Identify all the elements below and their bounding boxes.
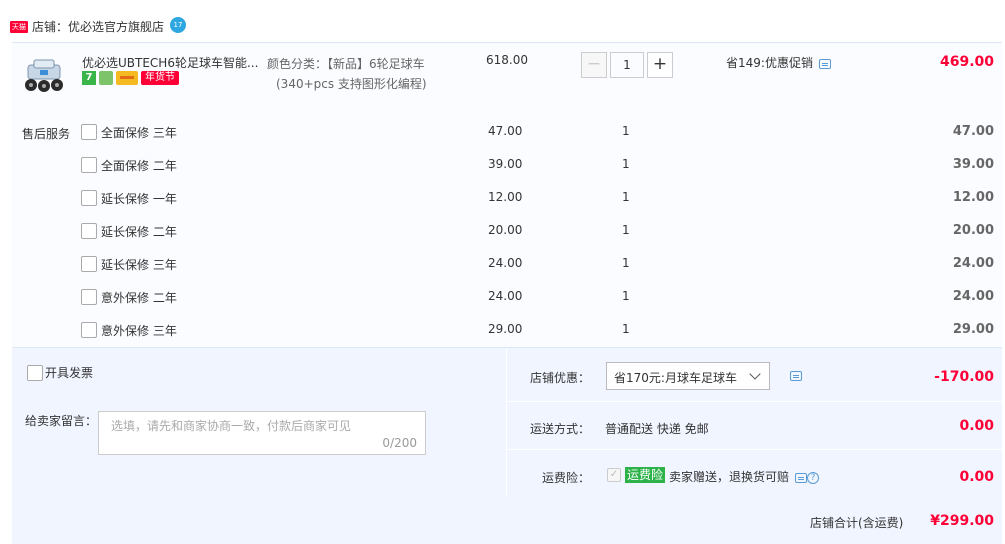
insurance-label: 运费险： [542, 471, 591, 485]
service-row: 延长保修 一年 12.00 1 12.00 [12, 188, 1002, 210]
shop-total-label: 店铺合计(含运费) [810, 516, 904, 530]
invoice-checkbox[interactable] [27, 365, 43, 381]
insurance-checkbox: ✓ [607, 468, 621, 482]
product-sku: 颜色分类：【新品】6轮足球车 (340+pcs 支持图形化编程) [267, 54, 427, 94]
service-name: 延长保修 三年 [101, 258, 177, 272]
discount-comment-icon[interactable] [790, 371, 802, 381]
service-row: 意外保修 二年 24.00 1 24.00 [12, 287, 1002, 309]
service-checkbox[interactable] [81, 322, 97, 338]
service-name: 意外保修 二年 [101, 291, 177, 305]
service-price: 39.00 [488, 157, 523, 171]
service-name: 全面保修 二年 [101, 159, 177, 173]
service-total: 24.00 [952, 256, 994, 271]
quantity-input[interactable]: 1 [610, 52, 644, 78]
service-price: 20.00 [488, 223, 523, 237]
product-thumbnail[interactable] [22, 55, 66, 99]
service-price: 24.00 [488, 256, 523, 270]
service-name: 延长保修 二年 [101, 225, 177, 239]
service-row: 意外保修 三年 29.00 1 29.00 [12, 320, 1002, 342]
service-price: 47.00 [488, 124, 523, 138]
product-unit-price: 618.00 [486, 53, 528, 67]
newyear-festival-badge: 年货节 [141, 71, 179, 85]
shop-total-value: ¥299.00 [930, 513, 994, 529]
insurance-text: 卖家赠送，退换货可赔 [669, 470, 790, 484]
divider [506, 348, 507, 496]
shop-discount-value: -170.00 [934, 369, 994, 385]
service-name: 全面保修 三年 [101, 126, 177, 140]
seller-message-field[interactable]: 选填，请先和商家协商一致，付款后商家可见 0/200 [98, 411, 426, 455]
service-price: 24.00 [488, 289, 523, 303]
service-name: 延长保修 一年 [101, 192, 177, 206]
service-total: 24.00 [952, 289, 994, 304]
service-qty: 1 [622, 157, 630, 171]
shop-discount-selected: 省170元:月球车足球车 [614, 371, 737, 385]
service-total: 29.00 [952, 322, 994, 337]
chevron-down-icon [749, 368, 761, 380]
service-qty: 1 [622, 190, 630, 204]
shop-header: 天猫 店铺：优必选官方旗舰店 17 [0, 0, 1005, 42]
service-row: 全面保修 三年 47.00 1 47.00 [12, 122, 1002, 144]
service-checkbox[interactable] [81, 124, 97, 140]
service-qty: 1 [622, 322, 630, 336]
insurance-badge: 运费险 [625, 467, 666, 483]
service-price: 29.00 [488, 322, 523, 336]
help-icon[interactable]: ? [807, 471, 820, 484]
shop-name-link[interactable]: 店铺：优必选官方旗舰店 [32, 18, 164, 35]
promotion-comment-icon[interactable] [818, 58, 831, 69]
service-qty: 1 [622, 256, 630, 270]
seven-day-return-icon: 7 [82, 71, 96, 85]
promotion-text: 省149:优惠促销 [726, 56, 813, 70]
product-title-link[interactable]: 优必选UBTECH6轮足球车智能... [82, 54, 262, 71]
service-checkbox[interactable] [81, 223, 97, 239]
sku-line-1: 颜色分类：【新品】6轮足球车 [267, 57, 425, 71]
insurance-comment-icon[interactable] [795, 472, 808, 483]
quantity-increase-button[interactable]: + [647, 52, 673, 78]
divider [506, 449, 1002, 450]
product-subtotal: 469.00 [939, 54, 994, 70]
order-item-area: 优必选UBTECH6轮足球车智能... 7 年货节 颜色分类：【新品】6轮足球车… [12, 42, 1002, 347]
quantity-decrease-button[interactable]: − [581, 52, 607, 78]
service-price: 12.00 [488, 190, 523, 204]
tmall-icon: 天猫 [10, 21, 28, 33]
insurance-info: 卖家赠送，退换货可赔? [669, 468, 820, 485]
service-checkbox[interactable] [81, 190, 97, 206]
quantity-stepper: − 1 + [581, 52, 673, 78]
message-placeholder: 选填，请先和商家协商一致，付款后商家可见 [111, 419, 352, 433]
service-row: 全面保修 二年 39.00 1 39.00 [12, 155, 1002, 177]
service-checkbox[interactable] [81, 157, 97, 173]
order-options-area: 开具发票 给卖家留言： 选填，请先和商家协商一致，付款后商家可见 0/200 店… [12, 347, 1002, 544]
shipping-value: 0.00 [959, 418, 994, 434]
service-checkbox[interactable] [81, 256, 97, 272]
service-qty: 1 [622, 289, 630, 303]
message-char-count: 0/200 [382, 436, 417, 450]
service-total: 47.00 [952, 124, 994, 139]
sku-line-2: (340+pcs 支持图形化编程) [276, 77, 427, 91]
message-label: 给卖家留言： [25, 414, 98, 428]
service-row: 延长保修 三年 24.00 1 24.00 [12, 254, 1002, 276]
chat-seller-icon[interactable]: 17 [170, 17, 186, 33]
service-checkbox[interactable] [81, 289, 97, 305]
service-total: 39.00 [952, 157, 994, 172]
shop-discount-label: 店铺优惠： [530, 371, 591, 385]
guarantee-icon [99, 71, 113, 85]
product-badges: 7 年货节 [82, 71, 179, 85]
shop-discount-select[interactable]: 省170元:月球车足球车 [606, 362, 770, 390]
insurance-value: 0.00 [959, 469, 994, 485]
service-total: 20.00 [952, 223, 994, 238]
service-qty: 1 [622, 223, 630, 237]
invoice-label[interactable]: 开具发票 [45, 364, 93, 381]
promotion-info: 省149:优惠促销 [726, 54, 831, 71]
service-name: 意外保修 三年 [101, 324, 177, 338]
divider [506, 401, 1002, 402]
service-total: 12.00 [952, 190, 994, 205]
credit-card-icon [116, 71, 138, 85]
service-row: 延长保修 二年 20.00 1 20.00 [12, 221, 1002, 243]
service-qty: 1 [622, 124, 630, 138]
shipping-label: 运送方式： [530, 422, 591, 436]
shipping-method: 普通配送 快递 免邮 [605, 422, 709, 436]
